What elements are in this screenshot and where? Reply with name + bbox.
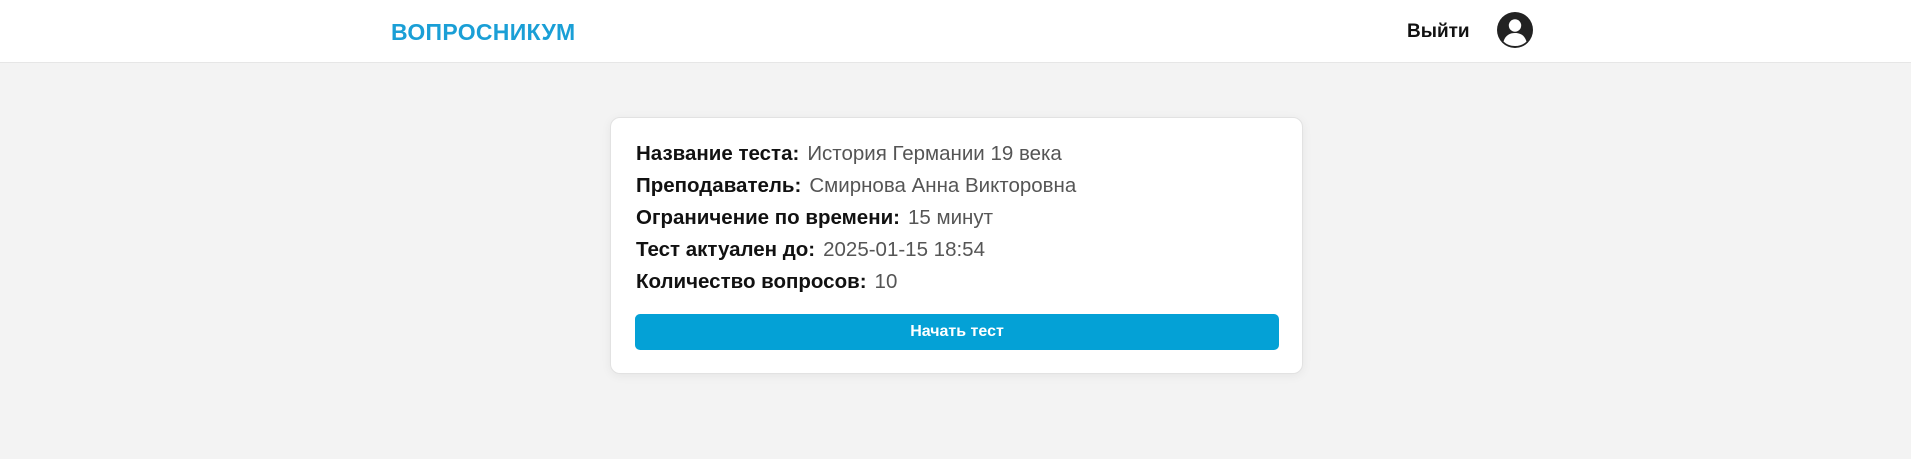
teacher-value: Смирнова Анна Викторовна xyxy=(809,174,1077,197)
test-info-card: Название теста: История Германии 19 века … xyxy=(610,117,1303,374)
valid-until-row: Тест актуален до: 2025-01-15 18:54 xyxy=(636,238,985,262)
logout-link[interactable]: Выйти xyxy=(1407,21,1470,43)
valid-until-value: 2025-01-15 18:54 xyxy=(823,238,985,261)
start-test-button[interactable]: Начать тест xyxy=(635,314,1279,350)
test-name-label: Название теста: xyxy=(636,142,800,165)
time-limit-row: Ограничение по времени: 15 минут xyxy=(636,206,993,230)
question-count-row: Количество вопросов: 10 xyxy=(636,270,897,294)
test-name-row: Название теста: История Германии 19 века xyxy=(636,142,1062,166)
teacher-label: Преподаватель: xyxy=(636,174,802,197)
user-circle-icon[interactable] xyxy=(1497,12,1533,48)
time-limit-value: 15 минут xyxy=(908,206,994,229)
teacher-row: Преподаватель: Смирнова Анна Викторовна xyxy=(636,174,1076,198)
time-limit-label: Ограничение по времени: xyxy=(636,206,901,229)
app-logo[interactable]: ВОПРОСНИКУМ xyxy=(391,19,576,46)
test-name-value: История Германии 19 века xyxy=(807,142,1062,165)
valid-until-label: Тест актуален до: xyxy=(636,238,816,261)
question-count-label: Количество вопросов: xyxy=(636,270,867,293)
question-count-value: 10 xyxy=(874,270,898,293)
top-header: ВОПРОСНИКУМ Выйти xyxy=(0,0,1911,63)
